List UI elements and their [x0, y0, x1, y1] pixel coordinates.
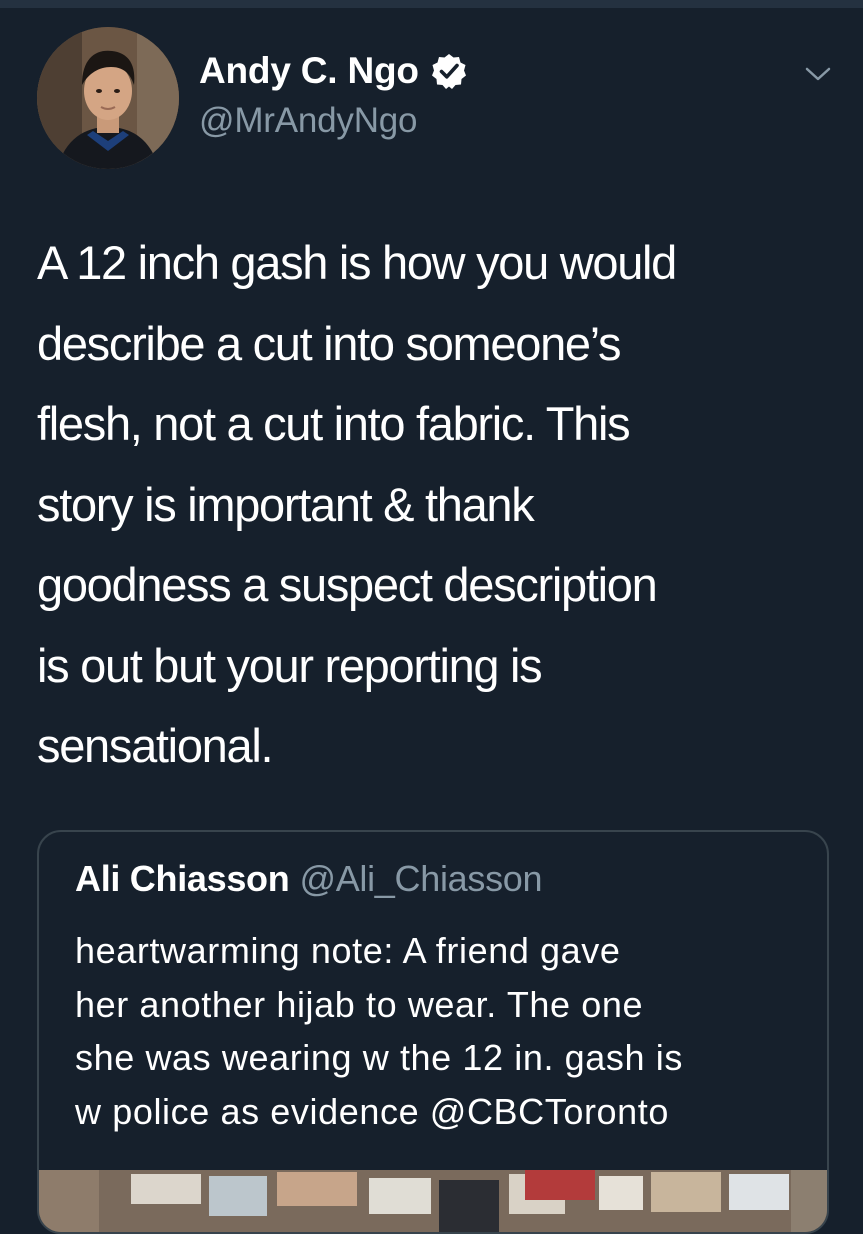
quoted-tweet-header: Ali Chiasson @Ali_Chiasson	[75, 858, 543, 900]
top-divider-strip	[0, 0, 863, 8]
chevron-down-icon	[803, 64, 833, 89]
avatar[interactable]	[37, 27, 179, 169]
tweet-text: A 12 inch gash is how you would describe…	[37, 236, 677, 772]
quoted-tweet-text: heartwarming note: A friend gave her ano…	[75, 930, 683, 1132]
quoted-author-name: Ali Chiasson	[75, 858, 290, 899]
quoted-tweet-card[interactable]: Ali Chiasson @Ali_Chiasson heartwarming …	[37, 830, 829, 1234]
author-name-row[interactable]: Andy C. Ngo	[199, 50, 467, 92]
quoted-tweet-media-image[interactable]	[39, 1170, 827, 1232]
quoted-author-handle: @Ali_Chiasson	[299, 858, 543, 899]
tweet-menu-button[interactable]	[798, 56, 838, 96]
verified-badge-icon	[431, 53, 467, 89]
tweet: Andy C. Ngo @MrAndyNgo A 12 inch gash is…	[0, 8, 863, 1234]
author-name[interactable]: Andy C. Ngo	[199, 50, 419, 92]
author-handle[interactable]: @MrAndyNgo	[199, 101, 418, 141]
